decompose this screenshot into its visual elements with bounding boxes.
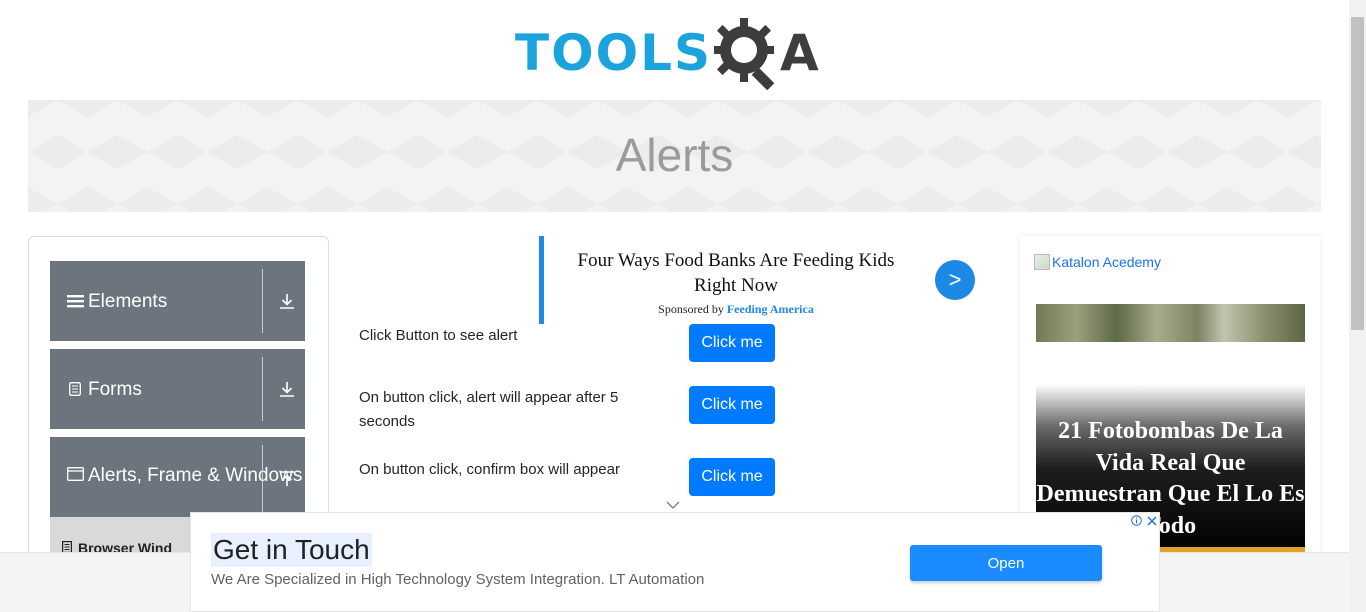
ad-photo[interactable] [1036, 304, 1305, 342]
timer-alert-row-text: On button click, alert will appear after… [359, 389, 619, 430]
download-arrow-icon[interactable] [277, 381, 297, 397]
info-icon[interactable] [1129, 513, 1144, 528]
sponsor-link[interactable]: Feeding America [727, 302, 814, 316]
sidebar-group-label: Forms [88, 378, 142, 400]
close-icon[interactable] [1144, 513, 1159, 528]
open-button[interactable]: Open [910, 545, 1102, 581]
window-icon [66, 467, 84, 481]
bottom-ad[interactable]: Get in Touch We Are Specialized in High … [190, 512, 1160, 612]
ad-next-button[interactable]: > [935, 260, 975, 300]
confirm-row-text: On button click, confirm box will appear [359, 461, 620, 478]
timer-alert-button[interactable]: Click me [689, 386, 775, 424]
upload-arrow-icon[interactable] [277, 471, 297, 487]
sidebar-group-label: Alerts, Frame & Windows [88, 465, 303, 486]
scrollbar-thumb[interactable] [1351, 17, 1364, 330]
vertical-scrollbar[interactable] [1349, 0, 1366, 612]
adchoices[interactable] [1129, 513, 1159, 528]
divider [262, 357, 263, 421]
bottom-ad-subtitle: We Are Specialized in High Technology Sy… [211, 571, 705, 588]
ad-headline[interactable]: Four Ways Food Banks Are Feeding Kids Ri… [563, 248, 909, 298]
page-title: Alerts [615, 129, 734, 181]
confirm-button[interactable]: Click me [689, 458, 775, 496]
document-icon [66, 382, 84, 396]
divider [262, 445, 263, 519]
download-arrow-icon[interactable] [277, 293, 297, 309]
sponsor-prefix: Sponsored by [658, 302, 724, 316]
sponsored-ad[interactable]: Four Ways Food Banks Are Feeding Kids Ri… [539, 236, 979, 324]
alert-button[interactable]: Click me [689, 324, 775, 362]
image-alt-text: Katalon Acedemy [1052, 254, 1161, 270]
gear-magnifier-icon [714, 18, 775, 90]
sidebar-group-forms[interactable]: Forms [50, 349, 305, 429]
ad-sponsor-line: Sponsored by Feeding America [563, 302, 909, 317]
page-banner: Alerts [28, 100, 1321, 212]
katalon-ad-image[interactable]: Katalon Acedemy [1034, 254, 1161, 270]
logo-qa: A [714, 16, 819, 90]
alert-row-1-text: Click Button to see alert [359, 327, 518, 344]
hamburger-icon [66, 294, 84, 308]
toolsqa-logo[interactable]: TOOLS A [515, 14, 840, 92]
broken-image-icon [1034, 254, 1050, 270]
sidebar-group-label: Elements [88, 290, 168, 312]
logo-a-text: A [780, 24, 819, 82]
bottom-ad-title[interactable]: Get in Touch [211, 533, 372, 567]
sidebar-group-elements[interactable]: Elements [50, 261, 305, 341]
ad-accent-bar [539, 236, 544, 324]
divider [262, 269, 263, 333]
logo-tools-text: TOOLS [515, 24, 712, 82]
